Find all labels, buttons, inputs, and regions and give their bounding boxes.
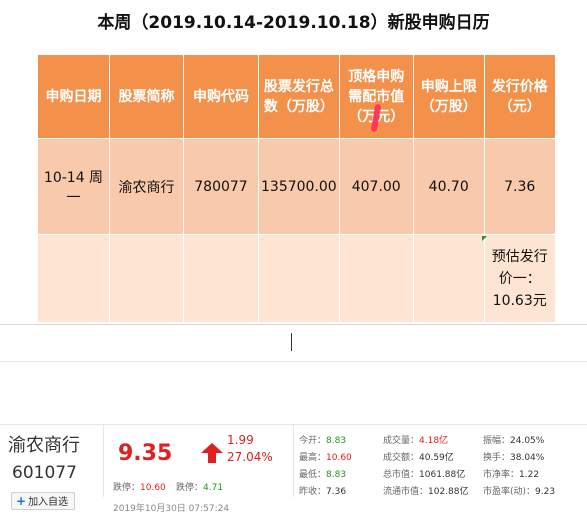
empty-cell bbox=[109, 234, 184, 323]
quote-time: 2019年10月30日 07:57:24 bbox=[113, 504, 230, 514]
quote-stat-value: 4.18亿 bbox=[419, 436, 449, 446]
price-change-pct: 27.04% bbox=[227, 450, 273, 464]
header-cell: 股票发行总数（万股） bbox=[258, 54, 340, 139]
text-caret bbox=[291, 333, 292, 351]
quote-stat-label: 流通市值： bbox=[383, 487, 429, 497]
quote-stat: 市盈率(动)：9.23 bbox=[483, 484, 555, 497]
cell-limit: 40.70 bbox=[412, 138, 485, 235]
ipo-calendar-table: 申购日期 股票简称 申购代码 股票发行总数（万股） 顶格申购需配市值（万元） 申… bbox=[37, 54, 556, 323]
empty-cell bbox=[338, 234, 414, 323]
quote-stat: 成交量：4.18亿 bbox=[383, 433, 448, 446]
cell-note: 预估发行价一：10.63元 bbox=[483, 234, 556, 323]
quote-stat-value: 8.83 bbox=[326, 436, 347, 446]
limit-down: 跌停：4.71 bbox=[176, 480, 223, 493]
header-cell: 申购上限（万股） bbox=[412, 54, 485, 139]
quote-stat-label: 最低： bbox=[299, 470, 327, 480]
quote-stat: 今开：8.83 bbox=[299, 433, 346, 446]
empty-cell bbox=[37, 234, 110, 323]
quote-stat-value: 102.88亿 bbox=[428, 487, 469, 497]
quote-stat: 昨收：7.36 bbox=[299, 484, 346, 497]
table-header-row: 申购日期 股票简称 申购代码 股票发行总数（万股） 顶格申购需配市值（万元） 申… bbox=[37, 54, 556, 139]
quote-stat: 最高：10.60 bbox=[299, 450, 352, 463]
limit-up-value: 10.60 bbox=[140, 483, 166, 493]
add-watchlist-label: 加入自选 bbox=[28, 497, 69, 508]
quote-stat-value: 10.60 bbox=[326, 453, 352, 463]
quote-stat-label: 昨收： bbox=[299, 487, 327, 497]
quote-stat-value: 1061.88亿 bbox=[419, 470, 466, 480]
plus-icon: + bbox=[16, 494, 27, 508]
cell-market-value: 407.00 bbox=[338, 138, 414, 235]
price-change: 1.99 bbox=[227, 433, 254, 447]
quote-stat-label: 市盈率(动)： bbox=[483, 487, 536, 497]
text-input-bar[interactable] bbox=[0, 324, 587, 362]
cell-date: 10-14 周一 bbox=[37, 138, 110, 235]
table-row: 预估发行价一：10.63元 bbox=[37, 234, 556, 323]
up-arrow-icon bbox=[201, 443, 223, 463]
quote-stat: 最低：8.83 bbox=[299, 467, 346, 480]
limit-up-label: 跌停： bbox=[113, 483, 141, 493]
quote-stat: 市净率：1.22 bbox=[483, 467, 539, 480]
header-cell: 申购代码 bbox=[183, 54, 259, 139]
quote-stat-label: 总市值： bbox=[383, 470, 420, 480]
quote-stat-label: 市净率： bbox=[483, 470, 520, 480]
quote-stat-value: 7.36 bbox=[326, 487, 347, 497]
quote-stat-label: 成交额： bbox=[383, 453, 420, 463]
quote-stat-label: 换手： bbox=[483, 453, 511, 463]
quote-stat-label: 振幅： bbox=[483, 436, 511, 446]
limit-down-label: 跌停： bbox=[176, 483, 204, 493]
quote-stat-value: 40.59亿 bbox=[419, 453, 454, 463]
quote-stat-value: 24.05% bbox=[510, 436, 545, 446]
table-row: 10-14 周一 渝农商行 780077 135700.00 407.00 40… bbox=[37, 138, 556, 235]
empty-cell bbox=[258, 234, 340, 323]
empty-cell bbox=[412, 234, 485, 323]
limit-up: 跌停：10.60 bbox=[113, 480, 166, 493]
cell-name: 渝农商行 bbox=[109, 138, 184, 235]
quote-stat-label: 最高： bbox=[299, 453, 327, 463]
stock-code: 601077 bbox=[12, 463, 77, 483]
cell-code: 780077 bbox=[183, 138, 259, 235]
comment-corner-icon bbox=[482, 236, 487, 241]
quote-stat: 总市值：1061.88亿 bbox=[383, 467, 465, 480]
stock-quote-panel: 渝农商行 601077 + 加入自选 9.35 1.99 27.04% 跌停：10… bbox=[0, 424, 587, 514]
stock-name: 渝农商行 bbox=[8, 435, 80, 456]
quote-stat: 成交额：40.59亿 bbox=[383, 450, 454, 463]
quote-stat-value: 38.04% bbox=[510, 453, 545, 463]
cell-total: 135700.00 bbox=[258, 138, 340, 235]
quote-stat-value: 1.22 bbox=[519, 470, 540, 480]
quote-stat: 振幅：24.05% bbox=[483, 433, 544, 446]
empty-cell bbox=[183, 234, 259, 323]
quote-stat: 流通市值：102.88亿 bbox=[383, 484, 469, 497]
divider bbox=[293, 425, 294, 497]
quote-stat-value: 9.23 bbox=[535, 487, 556, 497]
header-cell: 发行价格（元） bbox=[483, 54, 556, 139]
quote-stat-label: 今开： bbox=[299, 436, 327, 446]
quote-stat-value: 8.83 bbox=[326, 470, 347, 480]
cell-price: 7.36 bbox=[483, 138, 556, 235]
header-cell: 申购日期 bbox=[37, 54, 110, 139]
page-title: 本周（2019.10.14-2019.10.18）新股申购日历 bbox=[97, 13, 490, 33]
add-watchlist-button[interactable]: + 加入自选 bbox=[11, 492, 75, 510]
limit-down-value: 4.71 bbox=[203, 483, 224, 493]
quote-stat: 换手：38.04% bbox=[483, 450, 544, 463]
quote-stat-label: 成交量： bbox=[383, 436, 420, 446]
divider bbox=[103, 425, 104, 497]
header-cell: 股票简称 bbox=[109, 54, 184, 139]
stock-price: 9.35 bbox=[118, 441, 173, 466]
